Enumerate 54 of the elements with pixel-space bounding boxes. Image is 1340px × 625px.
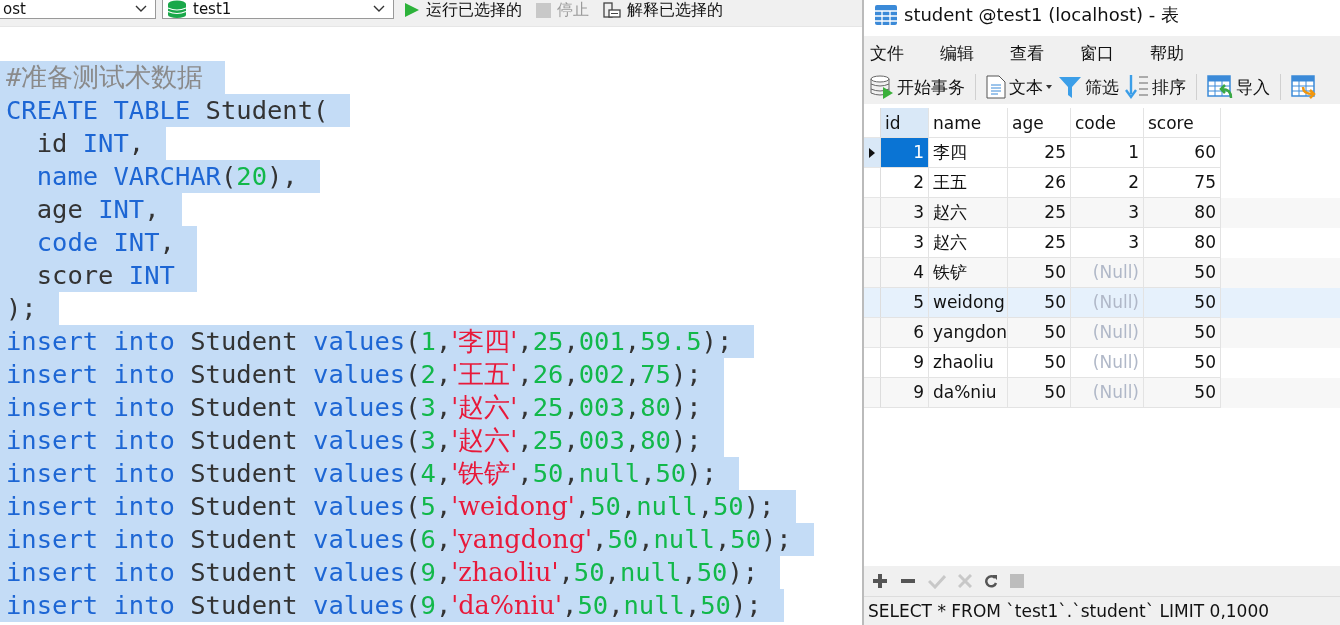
table-cell: 赵六 — [929, 198, 1008, 228]
menu-item[interactable]: 编辑 — [940, 41, 1010, 65]
explain-icon — [603, 2, 621, 18]
filter-button[interactable]: 筛选 — [1056, 75, 1121, 99]
stop-icon — [536, 2, 551, 18]
chevron-icon — [135, 5, 147, 13]
check-icon[interactable] — [928, 573, 946, 589]
text-button[interactable]: 文本 — [984, 75, 1054, 99]
column-header[interactable]: age — [1008, 108, 1071, 138]
transaction-button[interactable]: 开始事务 — [868, 75, 967, 99]
document-icon — [986, 75, 1006, 99]
table-cell: (Null) — [1071, 318, 1144, 348]
caret-icon — [1046, 85, 1052, 89]
sort-icon — [1125, 74, 1149, 100]
table-cell: 3 — [1071, 198, 1144, 228]
table-cell: 50 — [1144, 318, 1221, 348]
play-icon — [404, 2, 420, 18]
table-cell: yangdon — [929, 318, 1008, 348]
table-cell: 25 — [1008, 198, 1071, 228]
table-cell: 1 — [881, 138, 929, 168]
chevron-icon — [373, 5, 385, 13]
table-cell: 50 — [1008, 318, 1071, 348]
column-header[interactable]: code — [1071, 108, 1144, 138]
table-cell: 李四 — [929, 138, 1008, 168]
table-cell: 6 — [881, 318, 929, 348]
database-dropdown[interactable]: test1 — [162, 0, 394, 19]
table-cell: 25 — [1008, 138, 1071, 168]
close-icon[interactable] — [958, 574, 972, 588]
connection-dropdown[interactable]: ost — [0, 0, 156, 19]
sort-button[interactable]: 排序 — [1123, 74, 1188, 100]
filter-icon — [1058, 75, 1082, 99]
status-bar: SELECT * FROM `test1`.`student` LIMIT 0,1000 — [864, 596, 1340, 625]
table-cell: 3 — [881, 198, 929, 228]
menu-item[interactable]: 文件 — [870, 41, 940, 65]
table-cell: 80 — [1144, 198, 1221, 228]
menu-item[interactable]: 窗口 — [1080, 41, 1150, 65]
column-header[interactable]: score — [1144, 108, 1221, 138]
explain-selected-button[interactable]: 解释已选择的 — [599, 0, 727, 20]
add-icon[interactable] — [872, 573, 888, 589]
column-header[interactable]: name — [929, 108, 1008, 138]
column-header[interactable]: id — [881, 108, 929, 138]
table-cell: 60 — [1144, 138, 1221, 168]
table-cell: 1 — [1071, 138, 1144, 168]
run-selected-button[interactable]: 运行已选择的 — [400, 0, 526, 20]
stop-icon[interactable] — [1010, 574, 1024, 588]
import-button[interactable]: 导入 — [1205, 75, 1272, 99]
menu-item[interactable]: 查看 — [1010, 41, 1080, 65]
database-icon — [870, 75, 894, 99]
row-header[interactable] — [864, 138, 881, 168]
table-icon — [874, 4, 898, 26]
database-icon — [167, 0, 187, 18]
row-pointer-icon — [869, 147, 875, 158]
refresh-icon[interactable] — [984, 574, 998, 588]
menu-item[interactable]: 帮助 — [1150, 41, 1220, 65]
